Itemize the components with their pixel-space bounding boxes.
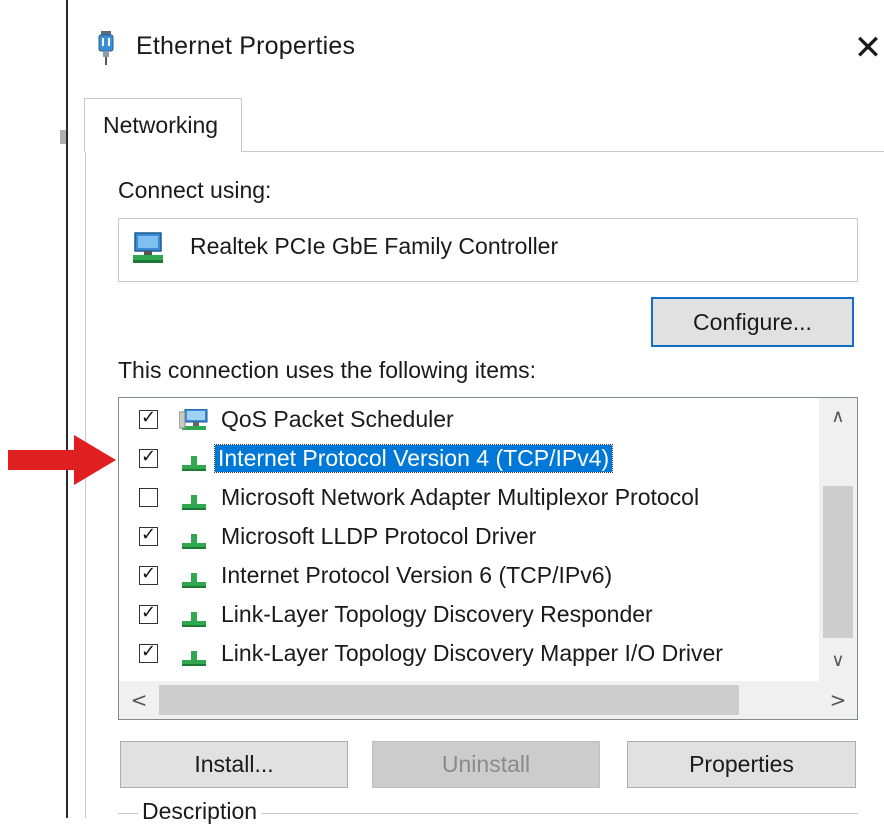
annotation-arrow-icon [8, 435, 116, 485]
list-item-label: Microsoft Network Adapter Multiplexor Pr… [221, 484, 700, 510]
configure-button[interactable]: Configure... [651, 297, 854, 347]
protocol-icon [182, 612, 206, 627]
uninstall-button[interactable]: Uninstall [372, 741, 600, 788]
components-list[interactable]: ✓ QoS Packet Scheduler ✓ Internet Protocol … [118, 397, 858, 720]
list-item-label: Internet Protocol Version 4 (TCP/IPv4) [213, 444, 614, 473]
horizontal-scrollbar[interactable]: < [119, 681, 819, 719]
item-checkbox[interactable]: ✓ [139, 641, 158, 663]
protocol-icon [182, 456, 206, 471]
description-label: Description [138, 798, 262, 825]
checkmark-icon: ✓ [141, 641, 157, 662]
scroll-up-icon[interactable]: ∧ [819, 406, 857, 427]
vertical-scrollbar[interactable]: ∧ ∨ [819, 398, 857, 681]
checkmark-icon: ✓ [141, 563, 157, 584]
tab-label: Networking [103, 112, 219, 138]
list-item[interactable]: ✓ Link-Layer Topology Discovery Responder [119, 596, 819, 635]
list-item-label: Link-Layer Topology Discovery Mapper I/O… [221, 640, 723, 666]
item-checkbox[interactable]: ✓ [139, 407, 158, 429]
title-bar[interactable]: Ethernet Properties ✕ [70, 0, 884, 95]
adapter-display-box: Realtek PCIe GbE Family Controller [118, 218, 858, 282]
protocol-icon [182, 534, 206, 549]
properties-button-label: Properties [689, 751, 794, 777]
list-item[interactable]: ✓ Microsoft LLDP Protocol Driver [119, 518, 819, 557]
checkmark-icon: ✓ [141, 446, 157, 467]
configure-button-label: Configure... [693, 309, 812, 335]
horizontal-scroll-thumb[interactable] [159, 685, 739, 715]
properties-button[interactable]: Properties [627, 741, 856, 788]
scrollbar-corner: > [819, 681, 857, 719]
list-item-label: Link-Layer Topology Discovery Responder [221, 601, 653, 627]
network-adapter-icon [98, 31, 114, 65]
scroll-left-icon[interactable]: < [129, 688, 149, 712]
window-title: Ethernet Properties [136, 32, 356, 60]
background-window-edge [0, 0, 70, 818]
ethernet-properties-dialog: Ethernet Properties ✕ Networking Connect… [70, 0, 884, 825]
close-icon[interactable]: ✕ [852, 28, 884, 68]
item-checkbox[interactable]: ✓ [139, 602, 158, 624]
list-item-label: Microsoft LLDP Protocol Driver [221, 523, 537, 549]
install-button-label: Install... [194, 751, 274, 777]
scroll-right-icon[interactable]: > [819, 688, 857, 712]
connect-using-label: Connect using: [118, 177, 272, 203]
checkmark-icon: ✓ [141, 407, 157, 428]
list-item[interactable]: ✓ Internet Protocol Version 6 (TCP/IPv6) [119, 557, 819, 596]
list-item[interactable]: Microsoft Network Adapter Multiplexor Pr… [119, 479, 819, 518]
item-checkbox[interactable] [139, 488, 158, 507]
list-item[interactable]: ✓ Internet Protocol Version 4 (TCP/IPv4) [119, 440, 819, 479]
list-item-label: Internet Protocol Version 6 (TCP/IPv6) [221, 562, 613, 588]
protocol-icon [182, 651, 206, 666]
list-item-label: QoS Packet Scheduler [221, 406, 454, 432]
install-button[interactable]: Install... [120, 741, 348, 788]
items-label: This connection uses the following items… [118, 357, 537, 383]
window-edge-mark [60, 130, 66, 144]
vertical-scroll-thumb[interactable] [823, 486, 853, 638]
item-checkbox[interactable]: ✓ [139, 446, 158, 468]
list-item[interactable]: ✓ QoS Packet Scheduler [119, 401, 819, 440]
protocol-icon [182, 495, 206, 510]
adapter-name: Realtek PCIe GbE Family Controller [190, 233, 559, 259]
checkmark-icon: ✓ [141, 524, 157, 545]
scroll-down-icon[interactable]: ∨ [819, 650, 857, 671]
uninstall-button-label: Uninstall [441, 751, 531, 777]
window-edge-line [66, 0, 68, 818]
network-adapter-icon [133, 232, 163, 263]
protocol-icon [182, 573, 206, 588]
item-checkbox[interactable]: ✓ [139, 524, 158, 546]
list-item[interactable]: ✓ Link-Layer Topology Discovery Mapper I/… [119, 635, 819, 674]
qos-scheduler-icon [179, 409, 208, 430]
tab-networking[interactable]: Networking [84, 98, 242, 152]
checkmark-icon: ✓ [141, 602, 157, 623]
item-checkbox[interactable]: ✓ [139, 563, 158, 585]
